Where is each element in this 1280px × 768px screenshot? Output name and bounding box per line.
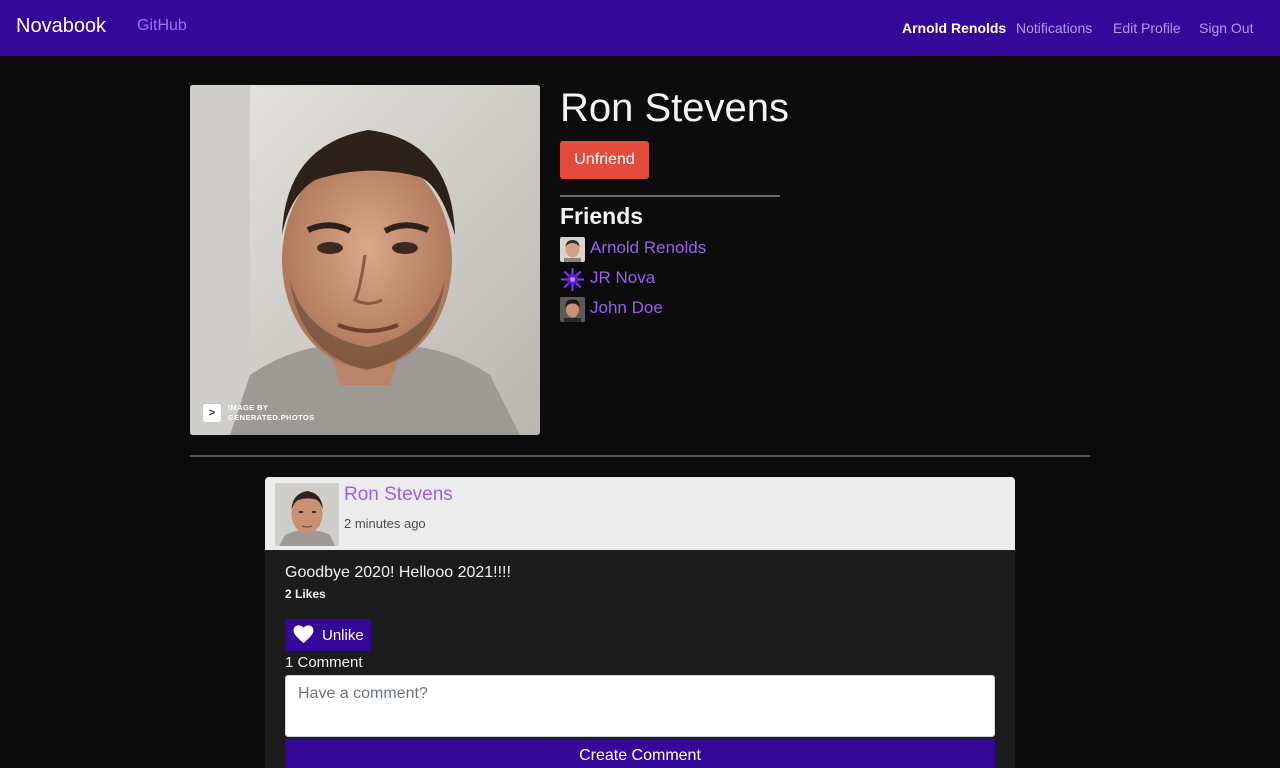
post-card: Ron Stevens 2 minutes ago Goodbye 2020! … (265, 477, 1015, 768)
generated-photos-logo-icon: > (203, 404, 221, 422)
avatar (560, 237, 585, 262)
section-divider (190, 455, 1090, 457)
github-link[interactable]: GitHub (137, 17, 187, 35)
avatar (560, 297, 585, 322)
friend-name: Arnold Renolds (590, 238, 707, 257)
post-body-text: Goodbye 2020! Hellooo 2021!!!! (285, 564, 511, 581)
notifications-link[interactable]: Notifications (1016, 20, 1092, 36)
profile-name: Ron Stevens (560, 86, 790, 130)
post-author-avatar[interactable] (275, 483, 339, 546)
unfriend-button[interactable]: Unfriend (560, 141, 649, 179)
post-like-count: 2 Likes (285, 587, 326, 601)
comment-input[interactable] (285, 675, 995, 737)
profile-photo-image (190, 85, 540, 435)
brand-logo[interactable]: Novabook (16, 15, 106, 38)
purple-starburst-icon (560, 267, 585, 292)
post-header: Ron Stevens 2 minutes ago (265, 477, 1015, 550)
unlike-button[interactable]: Unlike (285, 619, 371, 651)
photo-watermark-text: IMAGE BY GENERATED.PHOTOS (228, 403, 315, 422)
current-user-link[interactable]: Arnold Renolds (902, 20, 1006, 36)
edit-profile-link[interactable]: Edit Profile (1113, 20, 1181, 36)
friend-name: JR Nova (590, 268, 656, 287)
post-timestamp: 2 minutes ago (344, 516, 426, 531)
profile-photo: > IMAGE BY GENERATED.PHOTOS (190, 85, 540, 435)
create-comment-button[interactable]: Create Comment (285, 739, 995, 768)
sign-out-link[interactable]: Sign Out (1199, 20, 1253, 36)
heart-icon (293, 625, 314, 644)
friends-heading: Friends (560, 203, 644, 229)
post-author-link[interactable]: Ron Stevens (344, 484, 453, 506)
comment-count: 1 Comment (285, 654, 363, 671)
unlike-label: Unlike (322, 627, 364, 644)
divider (560, 195, 780, 197)
friend-name: John Doe (590, 298, 663, 317)
top-navbar: Novabook GitHub Arnold Renolds Notificat… (0, 0, 1280, 56)
